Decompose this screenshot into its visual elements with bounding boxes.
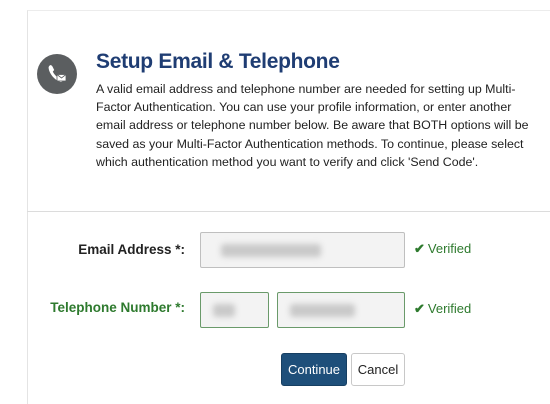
page-title: Setup Email & Telephone bbox=[96, 50, 340, 73]
cancel-button[interactable]: Cancel bbox=[351, 353, 405, 386]
section-divider bbox=[27, 211, 550, 212]
telephone-value-redacted bbox=[290, 304, 355, 317]
telephone-verified-label: Verified bbox=[427, 301, 472, 316]
phone-email-icon bbox=[37, 54, 77, 94]
telephone-number-field[interactable] bbox=[277, 292, 405, 328]
country-code-redacted bbox=[213, 304, 235, 317]
telephone-label: Telephone Number *: bbox=[50, 300, 185, 315]
telephone-verified-status: ✔ Verified bbox=[414, 301, 471, 317]
email-verified-status: ✔ Verified bbox=[414, 241, 471, 257]
instructions-text: A valid email address and telephone numb… bbox=[96, 82, 529, 169]
email-value-redacted bbox=[221, 244, 321, 257]
email-verified-label: Verified bbox=[427, 241, 472, 256]
checkmark-icon: ✔ bbox=[414, 301, 425, 316]
country-code-field[interactable] bbox=[200, 292, 269, 328]
checkmark-icon: ✔ bbox=[414, 241, 425, 256]
email-label: Email Address *: bbox=[78, 242, 185, 257]
email-field[interactable] bbox=[200, 232, 405, 268]
continue-button[interactable]: Continue bbox=[281, 353, 347, 386]
